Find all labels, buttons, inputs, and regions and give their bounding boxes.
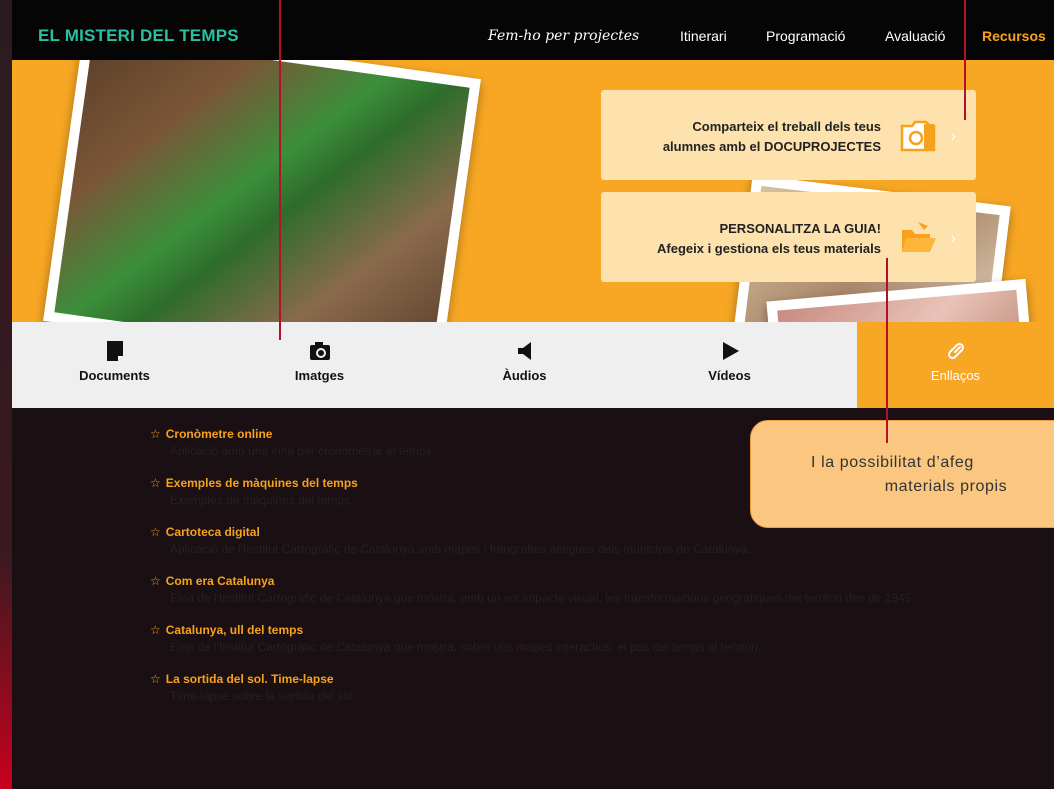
tab-documents-label: Documents bbox=[79, 368, 150, 383]
link-description: Eina de l'Institut Cartogràfic de Catalu… bbox=[170, 640, 762, 654]
open-folder-icon bbox=[902, 222, 936, 252]
link-icon bbox=[947, 342, 964, 360]
link-description: Time-lapse sobre la sortida del sol. bbox=[170, 689, 356, 703]
annotation-pointer-line bbox=[279, 0, 281, 340]
top-navigation-bar: EL MISTERI DEL TEMPS Fem-ho per projecte… bbox=[12, 0, 1054, 60]
star-icon[interactable]: ☆ bbox=[150, 476, 161, 490]
chevron-right-icon: › bbox=[950, 230, 956, 247]
list-item: ☆ Com era Catalunya Eina de l'Institut Ca… bbox=[150, 573, 930, 607]
camera-folder-icon bbox=[900, 120, 936, 152]
docuprojectes-card[interactable]: Comparteix el treball dels teus alumnes … bbox=[601, 90, 976, 180]
chevron-right-icon: › bbox=[950, 128, 956, 145]
annotation-line1: I la possibilitat d’afeg bbox=[811, 454, 974, 471]
nav-itinerari[interactable]: Itinerari bbox=[680, 28, 727, 48]
nav-recursos[interactable]: Recursos bbox=[982, 28, 1046, 48]
tab-audios-label: Àudios bbox=[502, 368, 547, 383]
background-frame bbox=[0, 0, 12, 789]
docuprojectes-card-line2: alumnes amb el DOCUPROJECTES bbox=[662, 139, 881, 154]
hero-photo-child-building bbox=[43, 60, 481, 322]
personalitza-card-line1: PERSONALITZA LA GUIA! bbox=[719, 221, 881, 236]
star-icon[interactable]: ☆ bbox=[150, 574, 161, 588]
star-icon[interactable]: ☆ bbox=[150, 525, 161, 539]
annotation-callout: I la possibilitat d’afeg materials propi… bbox=[750, 420, 1054, 528]
nav-fem-ho-per-projectes[interactable]: Fem-ho per projectes bbox=[488, 28, 639, 48]
link-title[interactable]: ☆ La sortida del sol. Time-lapse bbox=[150, 671, 930, 687]
tab-imatges-label: Imatges bbox=[294, 368, 345, 383]
list-item: ☆ Catalunya, ull del temps Eina de l'Inst… bbox=[150, 622, 930, 656]
star-icon[interactable]: ☆ bbox=[150, 427, 161, 441]
annotation-pointer-line bbox=[964, 0, 966, 120]
nav-programacio[interactable]: Programació bbox=[766, 28, 845, 48]
resource-tabs: Documents Imatges Àudios Vídeos Enllaços bbox=[12, 322, 1054, 408]
nav-avaluacio[interactable]: Avaluació bbox=[885, 28, 945, 48]
link-title[interactable]: ☆ Catalunya, ull del temps bbox=[150, 622, 930, 638]
personalitza-card-line2: Afegeix i gestiona els teus materials bbox=[657, 241, 881, 256]
speaker-icon bbox=[517, 342, 531, 360]
tab-documents[interactable]: Documents bbox=[12, 322, 217, 408]
site-brand[interactable]: EL MISTERI DEL TEMPS bbox=[38, 26, 239, 46]
list-item: ☆ La sortida del sol. Time-lapse Time-lap… bbox=[150, 671, 930, 705]
tab-imatges[interactable]: Imatges bbox=[217, 322, 422, 408]
star-icon[interactable]: ☆ bbox=[150, 623, 161, 637]
star-icon[interactable]: ☆ bbox=[150, 672, 161, 686]
tab-videos[interactable]: Vídeos bbox=[627, 322, 832, 408]
tab-audios[interactable]: Àudios bbox=[422, 322, 627, 408]
personalitza-guia-card[interactable]: PERSONALITZA LA GUIA! Afegeix i gestiona… bbox=[601, 192, 976, 282]
link-description: Eina de l'Institut Cartogràfic de Catalu… bbox=[170, 591, 915, 605]
play-icon bbox=[722, 342, 739, 360]
link-title[interactable]: ☆ Com era Catalunya bbox=[150, 573, 930, 589]
docuprojectes-card-line1: Comparteix el treball dels teus bbox=[692, 119, 881, 134]
annotation-line2: materials propis bbox=[884, 478, 1008, 495]
tab-videos-label: Vídeos bbox=[708, 368, 751, 383]
document-icon bbox=[106, 341, 123, 361]
camera-icon bbox=[309, 342, 330, 360]
hero-banner: Comparteix el treball dels teus alumnes … bbox=[12, 60, 1054, 322]
annotation-pointer-line bbox=[886, 258, 888, 443]
link-description: Aplicació de l'Institut Cartogràfic de C… bbox=[170, 542, 751, 556]
list-item: ☆ Cartoteca digital Aplicació de l'Instit… bbox=[150, 524, 930, 558]
